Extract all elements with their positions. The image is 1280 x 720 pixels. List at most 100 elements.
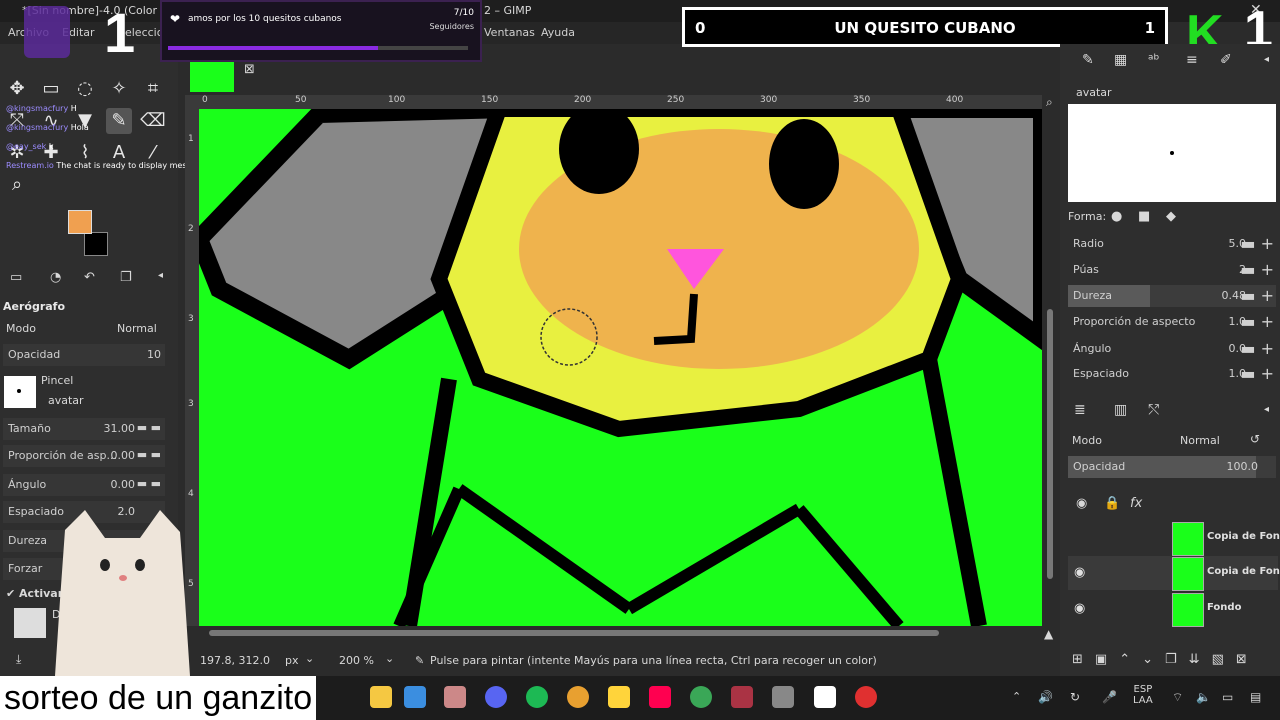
- paintbrush-tab-icon[interactable]: ✎: [1082, 52, 1094, 68]
- fuzzy-select-icon[interactable]: ✧: [106, 76, 132, 102]
- image-canvas[interactable]: [199, 109, 1042, 626]
- new-group-icon[interactable]: ▣: [1095, 652, 1119, 667]
- unit-select[interactable]: px: [285, 654, 299, 667]
- image-thumbnail-tab[interactable]: [190, 62, 234, 92]
- images-tab-icon[interactable]: ❐: [120, 270, 132, 285]
- layer-row[interactable]: ◉ Fondo: [1068, 592, 1278, 627]
- zoom-dropdown-icon[interactable]: ⌄: [385, 652, 394, 665]
- tiktok-icon[interactable]: [649, 686, 671, 708]
- angle-stepper-icon[interactable]: ▬ ▬: [137, 477, 161, 490]
- new-layer-icon[interactable]: ⊞: [1072, 652, 1095, 667]
- square-shape-icon[interactable]: ■: [1138, 209, 1150, 224]
- menu-ventanas[interactable]: Ventanas: [484, 26, 535, 39]
- merge-layer-icon[interactable]: ⇊: [1189, 652, 1212, 667]
- delete-layer-icon[interactable]: ⊠: [1236, 652, 1259, 667]
- eye-icon[interactable]: ◉: [1074, 601, 1085, 616]
- speaker-icon[interactable]: 🔈: [1196, 690, 1211, 704]
- file-explorer-icon[interactable]: [370, 686, 392, 708]
- undo-history-tab-icon[interactable]: ↶: [84, 270, 95, 285]
- spikes-slider[interactable]: Púas 2 ▬ +: [1068, 259, 1276, 281]
- pattern-tab-icon[interactable]: ▦: [1114, 52, 1127, 68]
- background-color-swatch[interactable]: [84, 232, 108, 256]
- spikes-stepper-icon[interactable]: ▬ +: [1240, 260, 1274, 279]
- paths-tab-icon[interactable]: ⤲: [1148, 402, 1159, 418]
- app-icon[interactable]: [731, 686, 753, 708]
- chrome-icon[interactable]: [567, 686, 589, 708]
- spacing-stepper-icon[interactable]: ▬ +: [1240, 364, 1274, 383]
- layer-row[interactable]: Copia de Fond: [1068, 521, 1280, 556]
- layer-row[interactable]: ◉ Copia de Fond: [1068, 556, 1280, 591]
- diamond-shape-icon[interactable]: ◆: [1166, 209, 1176, 224]
- device-status-tab-icon[interactable]: ◔: [50, 270, 61, 285]
- angle-slider[interactable]: Ángulo 0.00 ▬ ▬: [3, 474, 165, 496]
- vertical-scrollbar[interactable]: [1043, 109, 1057, 626]
- lock-icon[interactable]: 🔒: [1104, 496, 1120, 511]
- tray-chevron-icon[interactable]: ⌃: [1012, 690, 1021, 703]
- aspect-stepper-icon[interactable]: ▬ ▬: [137, 448, 161, 461]
- language-indicator[interactable]: ESP LAA: [1133, 684, 1153, 706]
- vertical-scroll-thumb[interactable]: [1047, 309, 1053, 579]
- restream-icon[interactable]: [855, 686, 877, 708]
- browser-icon[interactable]: [690, 686, 712, 708]
- dynamics-preview[interactable]: [14, 608, 46, 638]
- layers-tab-icon[interactable]: ≣: [1074, 402, 1086, 418]
- lower-layer-icon[interactable]: ⌄: [1142, 652, 1165, 667]
- horizontal-scrollbar[interactable]: [199, 627, 1042, 639]
- eraser-icon[interactable]: ⌫: [140, 108, 166, 134]
- lasso-icon[interactable]: ◌: [72, 76, 98, 102]
- unit-dropdown-icon[interactable]: ⌄: [305, 652, 314, 665]
- aspect-ratio-slider[interactable]: Proporción de aspecto 1.0 ▬ +: [1068, 311, 1276, 333]
- brush-preview[interactable]: [4, 376, 36, 408]
- spacing-panel-slider[interactable]: Espaciado 1.0 ▬ +: [1068, 363, 1276, 385]
- rect-select-icon[interactable]: ▭: [38, 76, 64, 102]
- horizontal-scroll-thumb[interactable]: [209, 630, 939, 636]
- move-tool-icon[interactable]: ✥: [4, 76, 30, 102]
- mode-select[interactable]: Normal: [117, 322, 157, 335]
- fx-icon[interactable]: fx: [1130, 496, 1142, 511]
- circle-shape-icon[interactable]: ●: [1111, 209, 1122, 224]
- mic-icon[interactable]: 🎤: [1102, 690, 1117, 704]
- volume-icon[interactable]: 🔊: [1038, 690, 1053, 704]
- visibility-header-icon[interactable]: ◉: [1076, 496, 1087, 511]
- mask-icon[interactable]: ▧: [1212, 652, 1236, 667]
- ruler-top[interactable]: 0 50 100 150 200 250 300 350 400: [185, 95, 1042, 109]
- zoom-select[interactable]: 200 %: [339, 654, 374, 667]
- size-stepper-icon[interactable]: ▬ ▬: [137, 421, 161, 434]
- size-slider[interactable]: Tamaño 31.00 ▬ ▬: [3, 418, 165, 440]
- raise-layer-icon[interactable]: ⌃: [1119, 652, 1142, 667]
- gradient-tab-icon[interactable]: ≡: [1186, 52, 1198, 68]
- airbrush-icon[interactable]: ✎: [106, 108, 132, 134]
- app-icon[interactable]: [444, 686, 466, 708]
- python-icon[interactable]: [608, 686, 630, 708]
- duplicate-layer-icon[interactable]: ❐: [1165, 652, 1189, 667]
- navigate-icon[interactable]: ▲: [1044, 627, 1053, 641]
- notepad-icon[interactable]: [814, 686, 836, 708]
- zoom-search-icon[interactable]: ⌕: [1046, 95, 1053, 110]
- notifications-icon[interactable]: ▤: [1250, 690, 1261, 704]
- windows-start-icon[interactable]: [404, 686, 426, 708]
- battery-icon[interactable]: ▭: [1222, 690, 1233, 704]
- zoom-icon[interactable]: ⌕: [4, 172, 30, 198]
- hardness-panel-slider[interactable]: Dureza 0.48 ▬ +: [1068, 285, 1276, 307]
- discord-icon[interactable]: [485, 686, 507, 708]
- foreground-color-swatch[interactable]: [68, 210, 92, 234]
- eye-icon[interactable]: ◉: [1074, 565, 1085, 580]
- layer-mode-select[interactable]: Normal: [1180, 434, 1220, 447]
- aspect-ratio-stepper-icon[interactable]: ▬ +: [1240, 312, 1274, 331]
- layers-menu-icon[interactable]: ◂: [1264, 404, 1269, 415]
- panel-menu-icon[interactable]: ◂: [158, 270, 163, 281]
- radius-stepper-icon[interactable]: ▬ +: [1240, 234, 1274, 253]
- angle-stepper-icon[interactable]: ▬ +: [1240, 339, 1274, 358]
- close-tab-icon[interactable]: ⊠: [244, 62, 255, 77]
- aspect-slider[interactable]: Proporción de asp... 0.00 ▬ ▬: [3, 445, 165, 467]
- layer-opacity-slider[interactable]: Opacidad 100.0: [1068, 456, 1276, 478]
- opacity-slider[interactable]: Opacidad 10: [3, 344, 165, 366]
- menu-ayuda[interactable]: Ayuda: [541, 26, 575, 39]
- angle-panel-slider[interactable]: Ángulo 0.0 ▬ +: [1068, 338, 1276, 360]
- radius-slider[interactable]: Radio 5.0 ▬ +: [1068, 233, 1276, 255]
- font-tab-icon[interactable]: ᵃᵇ: [1148, 52, 1159, 68]
- reset-mode-icon[interactable]: ↺: [1250, 432, 1260, 446]
- save-options-icon[interactable]: ⤓: [16, 652, 21, 667]
- sync-icon[interactable]: ↻: [1070, 690, 1080, 704]
- gimp-icon[interactable]: [772, 686, 794, 708]
